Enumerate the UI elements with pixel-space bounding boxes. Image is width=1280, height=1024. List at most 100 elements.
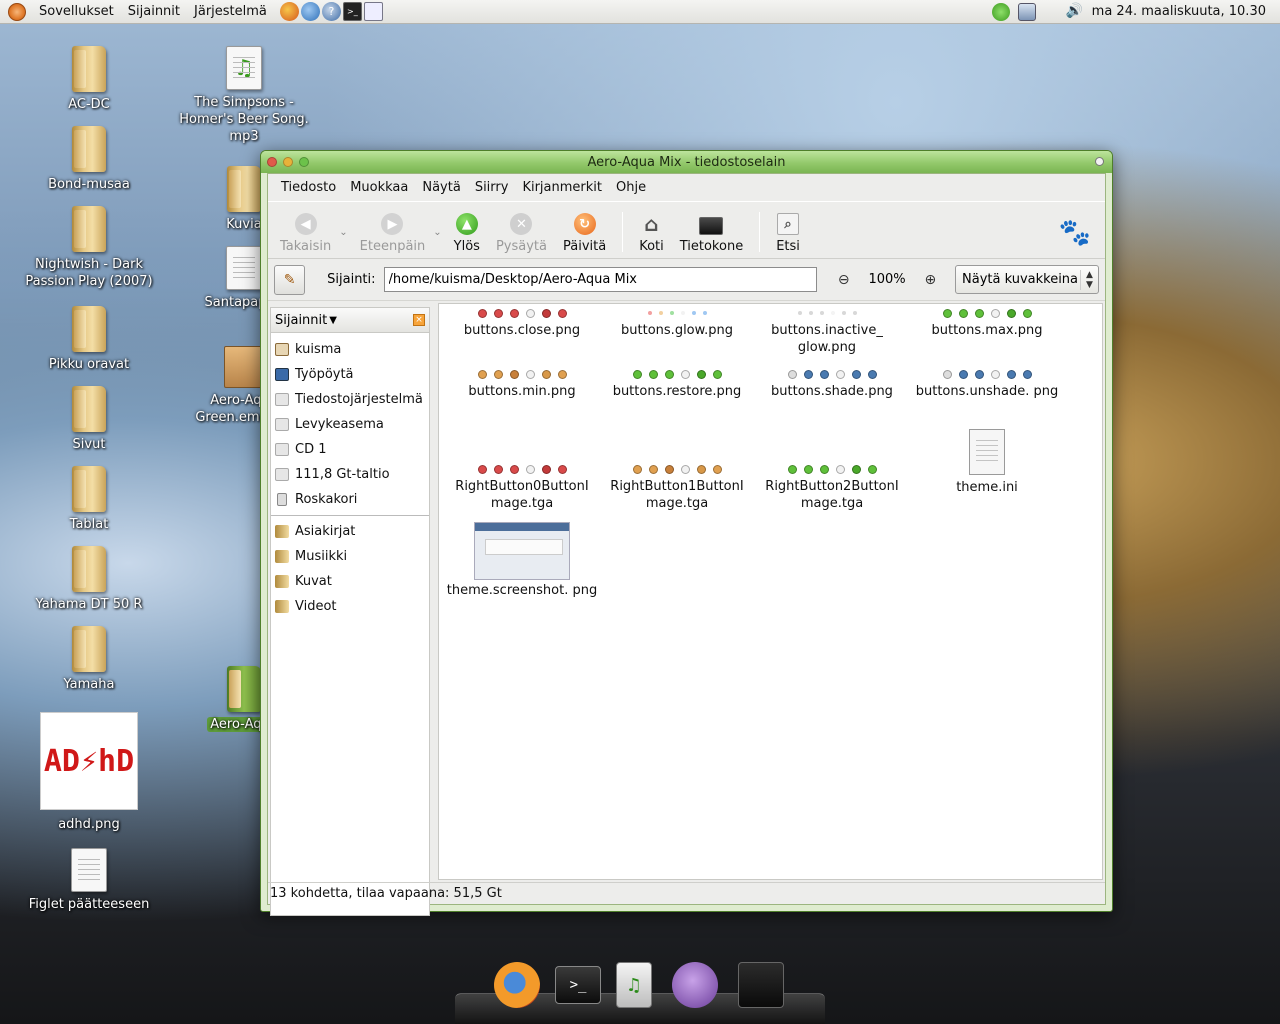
folder-icon — [275, 600, 289, 613]
button-dot-icon — [664, 464, 674, 474]
desktop-icon-simpsons[interactable]: ♫ The Simpsons - Homer's Beer Song. mp3 — [174, 46, 314, 145]
button-dot-icon — [787, 369, 797, 379]
view-mode-select[interactable]: Näytä kuvakkeina ▲ ▼ — [955, 265, 1099, 294]
sidebar-item-floppy[interactable]: Levykeasema — [271, 412, 429, 437]
sidebar-item-trash[interactable]: Roskakori — [271, 487, 429, 512]
file-item[interactable]: RightButton1ButtonI mage.tga — [597, 462, 757, 512]
desktop-icon-adhd[interactable]: AD⚡hD adhd.png — [19, 712, 159, 833]
search-button[interactable]: ⌕ Etsi — [768, 213, 808, 254]
file-item[interactable]: RightButton2ButtonI mage.tga — [752, 462, 912, 512]
file-item[interactable]: buttons.max.png — [907, 306, 1067, 339]
folder-icon — [275, 575, 289, 588]
file-item[interactable]: buttons.inactive_ glow.png — [752, 306, 902, 356]
zoom-level[interactable]: 100% — [868, 272, 905, 287]
desktop-icon-figlet[interactable]: Figlet päätteeseen — [19, 848, 159, 913]
clock[interactable]: ma 24. maaliskuuta, 10.30 — [1092, 4, 1266, 19]
file-item[interactable]: buttons.glow.png — [597, 306, 757, 339]
file-item[interactable]: buttons.close.png — [442, 306, 602, 339]
menu-go[interactable]: Siirry — [468, 180, 516, 195]
location-input[interactable] — [383, 267, 818, 292]
ubuntu-logo-icon[interactable] — [8, 2, 26, 21]
pidgin-dock-icon[interactable] — [672, 962, 718, 1008]
update-tray-icon[interactable] — [991, 2, 1010, 21]
computer-button[interactable]: Tietokone — [672, 217, 751, 254]
location-label: Sijainti: — [327, 272, 376, 287]
menu-help[interactable]: Ohje — [609, 180, 653, 195]
home-button[interactable]: ⌂ Koti — [631, 212, 672, 254]
image-launcher-icon[interactable] — [363, 2, 383, 21]
sidebar-item-music[interactable]: Musiikki — [271, 544, 429, 569]
stop-button[interactable]: ✕ Pysäytä — [488, 213, 555, 254]
firefox-dock-icon[interactable] — [494, 962, 540, 1008]
file-item[interactable]: RightButton0ButtonI mage.tga — [442, 462, 602, 512]
menu-applications[interactable]: Sovellukset — [32, 4, 121, 19]
desktop-icon-yahama[interactable]: Yahama DT 50 R — [19, 546, 159, 613]
zoom-out-icon[interactable]: ⊖ — [833, 269, 854, 291]
menu-view[interactable]: Näytä — [415, 180, 467, 195]
desktop-icon-yamaha[interactable]: Yamaha — [19, 626, 159, 693]
menu-file[interactable]: Tiedosto — [274, 180, 343, 195]
button-dot-icon — [1006, 369, 1016, 379]
desktop-icon-sivut[interactable]: Sivut — [19, 386, 159, 453]
icon-view[interactable]: buttons.close.png buttons.glow.png butto… — [438, 303, 1103, 880]
sidebar-close-icon[interactable]: × — [413, 314, 425, 326]
shade-window-button[interactable] — [1095, 157, 1104, 166]
firefox-launcher-icon[interactable] — [279, 2, 299, 21]
window-titlebar[interactable]: Aero-Aqua Mix - tiedostoselain — [261, 151, 1112, 173]
file-item[interactable]: theme.screenshot. png — [442, 522, 602, 599]
zoom-in-icon[interactable]: ⊕ — [920, 269, 941, 291]
sidebar-item-kuisma[interactable]: kuisma — [271, 337, 429, 362]
file-manager-dock-icon[interactable] — [738, 962, 784, 1008]
menu-places[interactable]: Sijainnit — [121, 4, 187, 19]
thunderbird-launcher-icon[interactable] — [300, 2, 320, 21]
button-dots-preview — [752, 306, 902, 320]
home-icon — [275, 343, 289, 356]
sidebar-item-documents[interactable]: Asiakirjat — [271, 519, 429, 544]
button-dot-icon — [841, 311, 846, 315]
desktop-icon-bond[interactable]: Bond-musaa — [19, 126, 159, 193]
terminal-launcher-icon[interactable]: >_ — [342, 2, 362, 21]
reload-button[interactable]: ↻ Päivitä — [555, 213, 614, 254]
up-button[interactable]: ▲ Ylös — [446, 213, 488, 254]
desktop-icon-tablat[interactable]: Tablat — [19, 466, 159, 533]
network-tray-icon[interactable] — [1017, 2, 1036, 21]
help-launcher-icon[interactable]: ? — [321, 2, 341, 21]
menu-edit[interactable]: Muokkaa — [343, 180, 415, 195]
cd-icon — [275, 443, 289, 456]
button-dots-preview — [442, 367, 602, 381]
file-item[interactable]: buttons.unshade. png — [907, 367, 1067, 400]
forward-history-dropdown[interactable]: ⌄ — [433, 227, 445, 254]
volume-icon[interactable]: 🔊 — [1066, 3, 1084, 21]
forward-button[interactable]: ▶ Eteenpäin — [352, 213, 434, 254]
back-history-dropdown[interactable]: ⌄ — [339, 227, 351, 254]
audio-file-icon: ♫ — [226, 46, 262, 90]
file-item[interactable]: buttons.shade.png — [752, 367, 912, 400]
button-dots-preview — [752, 462, 912, 476]
sidebar-item-filesystem[interactable]: Tiedostojärjestelmä — [271, 387, 429, 412]
folder-icon — [72, 626, 106, 672]
desktop-icon-acdc[interactable]: AC-DC — [19, 46, 159, 113]
desktop-icon-pikku-oravat[interactable]: Pikku oravat — [19, 306, 159, 373]
sidebar-item-volume[interactable]: 111,8 Gt-taltio — [271, 462, 429, 487]
file-item[interactable]: buttons.restore.png — [597, 367, 757, 400]
places-list: kuisma Työpöytä Tiedostojärjestelmä Levy… — [270, 333, 430, 916]
sidebar-item-videos[interactable]: Videot — [271, 594, 429, 619]
button-dot-icon — [541, 308, 551, 318]
location-toggle-button[interactable]: ✎ — [274, 264, 306, 295]
text-document-icon — [71, 848, 107, 892]
terminal-dock-icon[interactable]: >_ — [555, 966, 601, 1004]
sidebar-header[interactable]: Sijainnit ▼ × — [270, 307, 430, 333]
menu-bookmarks[interactable]: Kirjanmerkit — [515, 180, 609, 195]
sidebar-item-desktop[interactable]: Työpöytä — [271, 362, 429, 387]
back-button[interactable]: ◀ Takaisin — [272, 213, 339, 254]
music-player-dock-icon[interactable]: ♫ — [616, 962, 652, 1008]
desktop-icon-nightwish[interactable]: Nightwish - Dark Passion Play (2007) — [19, 206, 159, 290]
sidebar-item-pictures[interactable]: Kuvat — [271, 569, 429, 594]
folder-icon — [72, 466, 106, 512]
drive-icon — [275, 393, 289, 406]
file-browser-window: Aero-Aqua Mix - tiedostoselain Tiedosto … — [260, 150, 1113, 916]
sidebar-item-cd[interactable]: CD 1 — [271, 437, 429, 462]
menu-system[interactable]: Järjestelmä — [187, 4, 274, 19]
file-item[interactable]: buttons.min.png — [442, 367, 602, 400]
file-item[interactable]: theme.ini — [907, 429, 1067, 496]
